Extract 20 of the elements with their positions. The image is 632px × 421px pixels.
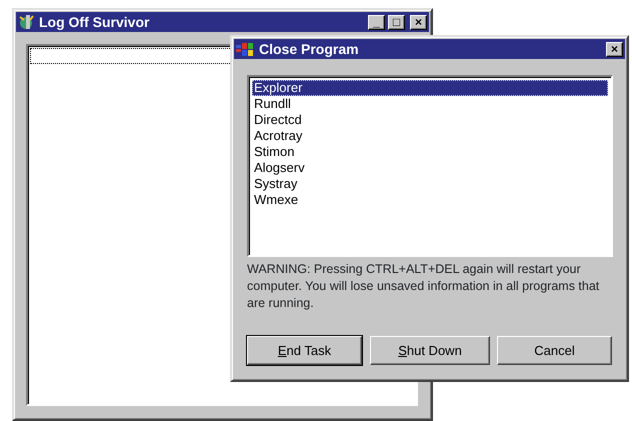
list-item[interactable]: Explorer [252,80,608,96]
list-item[interactable]: Alogserv [252,160,608,176]
close-button[interactable]: × [606,42,623,56]
list-item[interactable]: Directcd [252,112,608,128]
list-item[interactable]: Stimon [252,144,608,160]
minimize-button[interactable]: _ [368,14,385,30]
list-item[interactable]: Rundll [252,96,608,112]
windows-logo-icon [236,41,256,57]
window-title: Log Off Survivor [39,15,150,29]
window-title: Close Program [259,42,359,56]
maximize-button[interactable]: □ [388,14,405,30]
dialog-button[interactable]: Cancel [497,336,612,365]
list-item[interactable]: Acrotray [252,128,608,144]
app-icon [18,13,36,31]
warning-text: WARNING: Pressing CTRL+ALT+DEL again will restart your computer. You will lose unsaved information in all programs that are running. [247,261,600,312]
dialog-button[interactable]: Shut Down [370,336,490,365]
list-item[interactable]: Wmexe [252,192,608,208]
dialog-button[interactable]: End Task [247,336,362,365]
list-item[interactable]: Systray [252,176,608,192]
close-button[interactable]: × [410,14,427,30]
